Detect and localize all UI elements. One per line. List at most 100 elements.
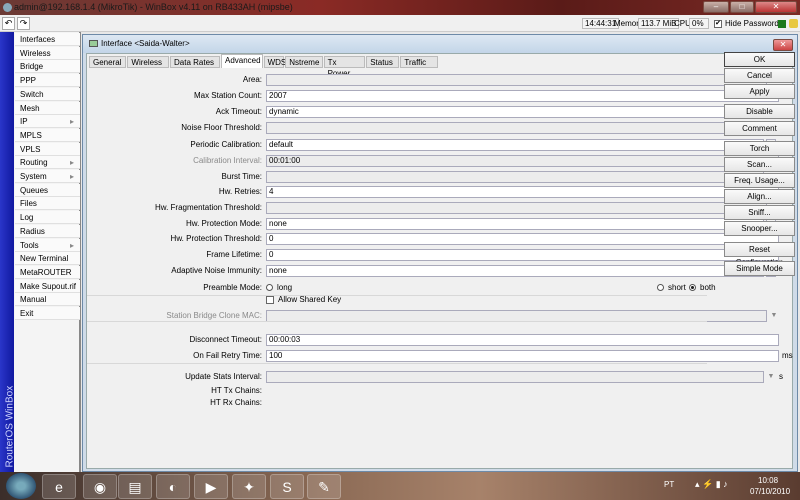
sidebar-item-ip[interactable]: IP ▸	[15, 115, 80, 129]
sidebar-item-interfaces[interactable]: Interfaces	[15, 33, 80, 46]
language-indicator[interactable]: PT	[664, 480, 674, 489]
radio-icon[interactable]	[657, 284, 664, 292]
disconnect-timeout-field[interactable]: 00:00:03	[266, 334, 779, 346]
sidebar-item-routing[interactable]: Routing ▸	[15, 156, 80, 170]
apply-button[interactable]: Apply	[724, 84, 795, 99]
sidebar-item-metarouter[interactable]: MetaROUTER	[15, 265, 80, 279]
radio-icon[interactable]	[266, 284, 273, 292]
tab-data-rates[interactable]: Data Rates	[170, 56, 220, 68]
messenger-taskbar-icon[interactable]: ✦	[232, 474, 266, 499]
media-player-taskbar-icon[interactable]: ▶	[194, 474, 228, 499]
maximize-button[interactable]: □	[730, 1, 754, 13]
simple-mode-button[interactable]: Simple Mode	[724, 261, 795, 276]
sidebar-item-switch[interactable]: Switch	[15, 87, 80, 101]
calibration-interval-label: Calibration Interval:	[193, 156, 262, 165]
sidebar-item-mesh[interactable]: Mesh	[15, 101, 80, 115]
dialog-close-button[interactable]: ✕	[773, 39, 793, 51]
sidebar-item-tools[interactable]: Tools ▸	[15, 238, 80, 252]
minimize-button[interactable]: –	[703, 1, 729, 13]
comment-button[interactable]: Comment	[724, 121, 795, 136]
undo-button[interactable]: ↶	[2, 17, 15, 30]
torch-button[interactable]: Torch	[724, 141, 795, 156]
ie-taskbar-icon[interactable]: e	[42, 474, 76, 499]
hw-protection-mode-field[interactable]: none	[266, 218, 764, 230]
disconnect-timeout-label: Disconnect Timeout:	[189, 335, 262, 344]
preamble-both-radio[interactable]: both	[689, 282, 716, 294]
sidebar-item-radius[interactable]: Radius	[15, 224, 80, 238]
tray-date[interactable]: 07/10/2010	[750, 487, 790, 496]
hw-retries-label: Hw. Retries:	[218, 187, 262, 196]
sidebar-item-label: VPLS	[20, 144, 41, 154]
submenu-arrow-icon: ▸	[69, 158, 74, 168]
update-stats-interval-dropdown-icon[interactable]: ▼	[766, 371, 776, 383]
explorer-taskbar-icon[interactable]: ▤	[118, 474, 152, 499]
ok-button[interactable]: OK	[724, 52, 795, 67]
close-button[interactable]: ✕	[755, 1, 797, 13]
disable-button[interactable]: Disable	[724, 104, 795, 119]
periodic-calibration-field[interactable]: default	[266, 139, 764, 151]
station-bridge-clone-mac-dropdown-icon[interactable]: ▼	[769, 310, 779, 322]
tab-nstreme[interactable]: Nstreme	[285, 56, 323, 68]
on-fail-retry-time-field[interactable]: 100	[266, 350, 779, 362]
sidebar-item-label: System	[20, 172, 47, 181]
sidebar-item-make-supout-rif[interactable]: Make Supout.rif	[15, 279, 80, 293]
hide-passwords-checkbox[interactable]: ✔	[714, 20, 722, 28]
sidebar-item-system[interactable]: System ▸	[15, 170, 80, 183]
sidebar-item-label: PPP	[20, 76, 37, 86]
hw-retries-field[interactable]: 4	[266, 186, 779, 198]
preamble-mode-label: Preamble Mode:	[203, 283, 262, 292]
dialog-title-bar[interactable]: Interface <Saida-Walter> ✕	[83, 35, 797, 53]
start-button[interactable]	[6, 473, 36, 499]
checkbox-icon[interactable]	[266, 295, 274, 304]
sidebar-item-vpls[interactable]: VPLS	[15, 142, 80, 156]
sidebar-item-queues[interactable]: Queues	[15, 183, 80, 197]
toolbar: ↶ ↷ 14:44:31 Memory: 113.7 MiB CPU: 0% ✔…	[0, 15, 800, 32]
preamble-short-radio[interactable]: short	[657, 282, 686, 294]
max-station-count-field[interactable]: 2007	[266, 90, 779, 102]
burst-time-label: Burst Time:	[221, 172, 262, 181]
snooper-button[interactable]: Snooper...	[724, 221, 795, 236]
sidebar-item-new-terminal[interactable]: New Terminal	[15, 252, 80, 266]
redo-button[interactable]: ↷	[17, 17, 30, 30]
sidebar-item-ppp[interactable]: PPP	[15, 74, 80, 88]
preamble-option-label: both	[700, 283, 716, 292]
skype-taskbar-icon[interactable]: S	[270, 474, 304, 499]
brand-label: RouterOS WinBox	[4, 385, 16, 468]
tab-tx-power[interactable]: Tx Power	[323, 56, 366, 78]
sidebar-item-log[interactable]: Log	[15, 211, 80, 225]
reset-configuration-button[interactable]: Reset Configuration	[724, 242, 795, 267]
adaptive-noise-immunity-field[interactable]: none	[266, 265, 764, 277]
freq-usage-button[interactable]: Freq. Usage...	[724, 173, 795, 188]
radio-icon[interactable]	[689, 284, 696, 292]
tab-advanced[interactable]: Advanced	[221, 54, 263, 68]
tray-clock[interactable]: 10:08	[758, 476, 778, 485]
frame-lifetime-field[interactable]: 0	[266, 249, 779, 261]
sidebar-item-files[interactable]: Files	[15, 197, 80, 211]
sidebar-item-manual[interactable]: Manual	[15, 293, 80, 307]
window-title-bar: admin@192.168.1.4 (MikroTik) - WinBox v4…	[0, 0, 800, 15]
sidebar-item-label: Routing	[20, 158, 48, 168]
scan-button[interactable]: Scan...	[724, 157, 795, 172]
tab-wds[interactable]: WDS	[263, 56, 286, 68]
align-button[interactable]: Align...	[724, 189, 795, 204]
paint-taskbar-icon[interactable]: ✎	[307, 474, 341, 499]
ack-timeout-field[interactable]: dynamic	[266, 106, 764, 118]
cancel-button[interactable]: Cancel	[724, 68, 795, 83]
sidebar-item-bridge[interactable]: Bridge	[15, 60, 80, 74]
sidebar-item-wireless[interactable]: Wireless	[15, 46, 80, 60]
preamble-long-radio[interactable]: long	[266, 282, 292, 294]
max-station-count-label: Max Station Count:	[193, 91, 262, 100]
sniff-button[interactable]: Sniff...	[724, 205, 795, 220]
sidebar-item-exit[interactable]: Exit	[15, 307, 80, 320]
allow-shared-key-checkbox[interactable]: Allow Shared Key	[266, 294, 341, 306]
tab-status[interactable]: Status	[366, 56, 400, 68]
winbox-taskbar-icon[interactable]: ◐	[156, 474, 190, 499]
tray-icons[interactable]: ▴ ⚡ ▮ ♪	[695, 479, 728, 490]
tab-wireless[interactable]: Wireless	[127, 56, 169, 68]
firefox-taskbar-icon[interactable]: ◉	[83, 474, 117, 499]
tab-traffic[interactable]: Traffic	[400, 56, 438, 68]
hw-protection-threshold-field[interactable]: 0	[266, 233, 779, 245]
tab-general[interactable]: General	[89, 56, 127, 68]
sidebar-item-mpls[interactable]: MPLS	[15, 128, 80, 142]
sidebar-item-label: Switch	[20, 89, 44, 99]
